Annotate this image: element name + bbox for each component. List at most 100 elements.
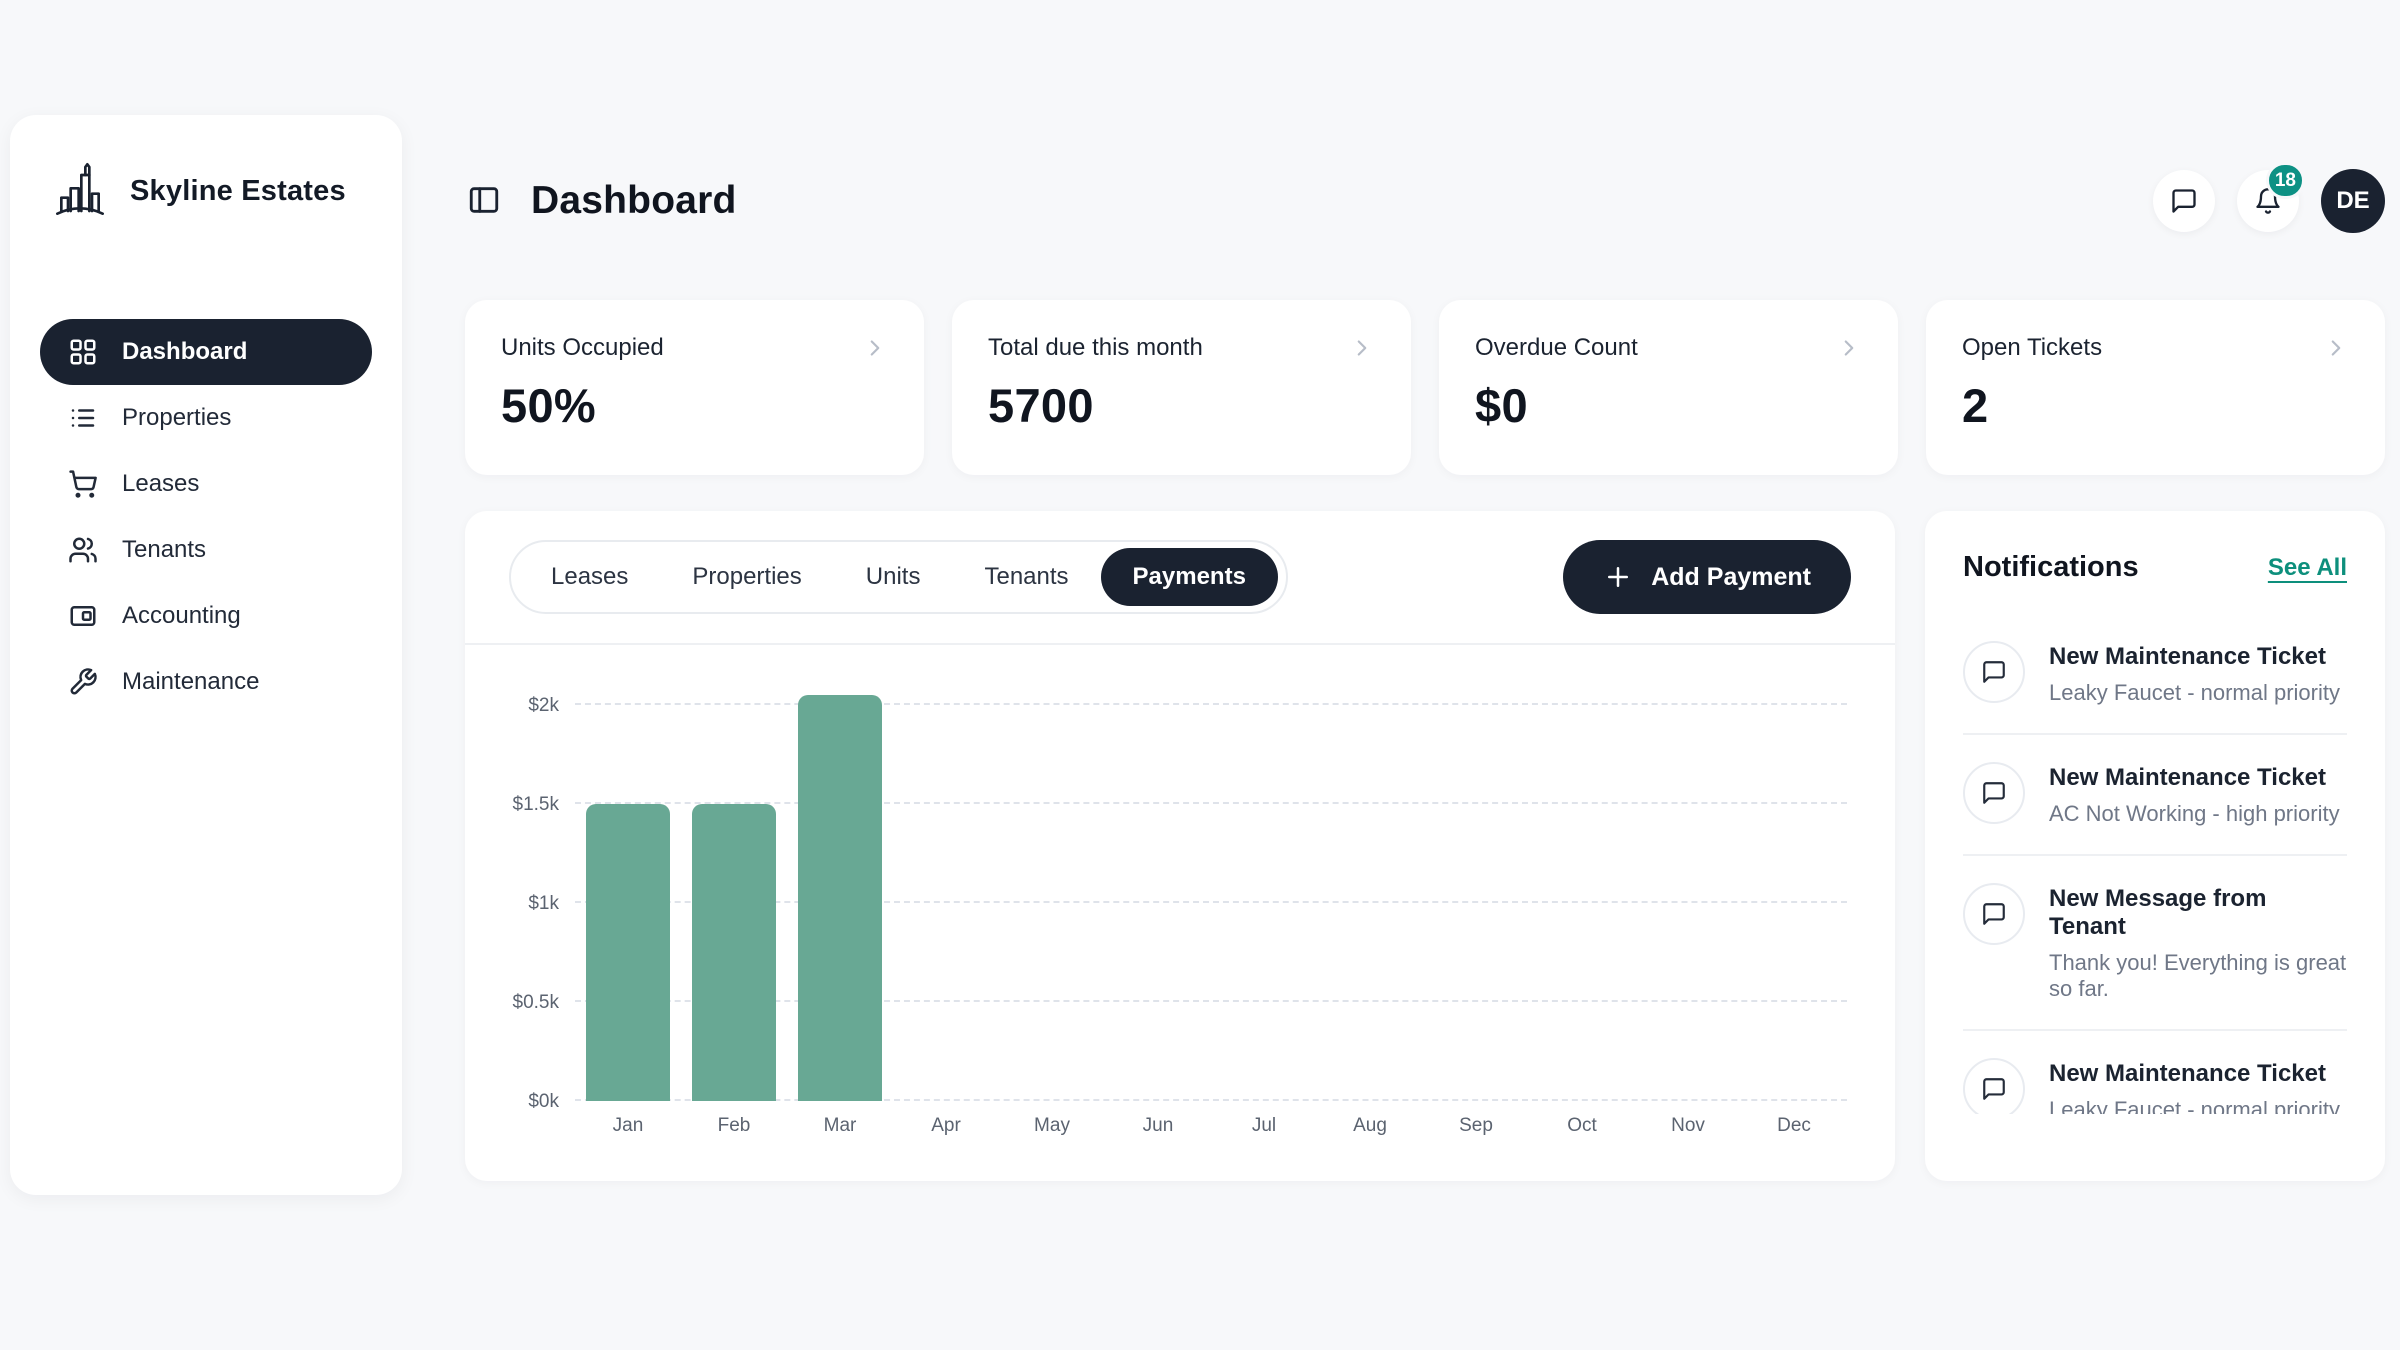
chart-x-axis: JanFebMarAprMayJunJulAugSepOctNovDec xyxy=(575,1115,1847,1137)
notifications-panel: Notifications See All New Maintenance Ti… xyxy=(1925,511,2385,1181)
notification-list-item[interactable]: New Maintenance TicketAC Not Working - h… xyxy=(1963,735,2347,856)
x-axis-label: Nov xyxy=(1635,1115,1741,1137)
stat-card-units-occupied[interactable]: Units Occupied 50% xyxy=(465,300,924,475)
x-axis-label: Dec xyxy=(1741,1115,1847,1137)
sidebar-item-tenants[interactable]: Tenants xyxy=(40,517,372,583)
dashboard-page: Skyline Estates DashboardPropertiesLease… xyxy=(0,0,2400,1350)
app-name: Skyline Estates xyxy=(130,175,346,208)
stat-card-top: Total due this month xyxy=(988,334,1375,362)
notification-body: New Maintenance TicketAC Not Working - h… xyxy=(2049,762,2340,827)
add-payment-label: Add Payment xyxy=(1651,563,1811,592)
content-row: LeasesPropertiesUnitsTenantsPayments Add… xyxy=(465,511,2385,1181)
sidebar-item-properties[interactable]: Properties xyxy=(40,385,372,451)
stat-card-open-tickets[interactable]: Open Tickets2 xyxy=(1926,300,2385,475)
notification-subtitle-text: Thank you! Everything is great so far. xyxy=(2049,950,2347,1002)
notification-subtitle-text: Leaky Faucet - normal priority xyxy=(2049,1097,2340,1114)
notification-body: New Message from Tenant Thank you! Everyt… xyxy=(2049,883,2347,1002)
y-axis-tick: $1.5k xyxy=(483,794,559,816)
notification-title-text: New Maintenance Ticket xyxy=(2049,1058,2340,1088)
bar-feb xyxy=(692,804,776,1101)
bar-column-aug xyxy=(1317,671,1423,1101)
tab-payments[interactable]: Payments xyxy=(1101,548,1278,606)
y-axis-tick: $0.5k xyxy=(483,992,559,1014)
plus-icon xyxy=(1603,562,1633,592)
sidebar-item-dashboard[interactable]: Dashboard xyxy=(40,319,372,385)
sidebar-item-label: Dashboard xyxy=(122,338,247,366)
tab-properties[interactable]: Properties xyxy=(660,548,833,606)
chevron-right-icon xyxy=(1836,335,1862,361)
bar-column-oct xyxy=(1529,671,1635,1101)
stat-card-top: Units Occupied xyxy=(501,334,888,362)
x-axis-label: Jul xyxy=(1211,1115,1317,1137)
notification-list-item[interactable]: New Maintenance Ticket Leaky Faucet - nor… xyxy=(1963,1031,2347,1114)
tab-leases[interactable]: Leases xyxy=(519,548,660,606)
sidebar-item-accounting[interactable]: Accounting xyxy=(40,583,372,649)
notification-subtitle-text: Leaky Faucet - normal priority xyxy=(2049,680,2340,706)
notification-list-item[interactable]: New Maintenance Ticket Leaky Faucet - nor… xyxy=(1963,614,2347,735)
bar-column-mar xyxy=(787,671,893,1101)
notifications-header: Notifications See All xyxy=(1963,551,2347,584)
wrench-icon xyxy=(68,667,98,697)
bars-layer xyxy=(575,671,1847,1101)
notification-title-text: New Maintenance Ticket xyxy=(2049,762,2340,792)
sidebar-item-leases[interactable]: Leases xyxy=(40,451,372,517)
tab-units[interactable]: Units xyxy=(834,548,953,606)
main-content: Dashboard 18 DE Units Occupied50%Total d xyxy=(465,168,2385,1181)
bar-mar xyxy=(798,695,882,1101)
topbar: Dashboard 18 DE xyxy=(465,168,2385,234)
x-axis-label: Feb xyxy=(681,1115,787,1137)
sidebar-item-label: Tenants xyxy=(122,536,206,564)
grid-icon xyxy=(68,337,98,367)
app-logo: Skyline Estates xyxy=(40,159,372,223)
entity-tabs: LeasesPropertiesUnitsTenantsPayments xyxy=(509,540,1288,614)
notification-list-item[interactable]: New Message from Tenant Thank you! Everyt… xyxy=(1963,856,2347,1031)
bar-column-nov xyxy=(1635,671,1741,1101)
stat-card-overdue-count[interactable]: Overdue Count $0 xyxy=(1439,300,1898,475)
sidebar-item-label: Leases xyxy=(122,470,199,498)
stat-label: Units Occupied xyxy=(501,334,664,362)
add-payment-button[interactable]: Add Payment xyxy=(1563,540,1851,614)
tab-tenants[interactable]: Tenants xyxy=(952,548,1100,606)
list-icon xyxy=(68,403,98,433)
user-avatar[interactable]: DE xyxy=(2321,169,2385,233)
stat-label: Open Tickets xyxy=(1962,334,2102,362)
page-title: Dashboard xyxy=(531,179,737,223)
chat-icon xyxy=(1981,780,2007,806)
bar-column-apr xyxy=(893,671,999,1101)
stat-label: Overdue Count xyxy=(1475,334,1638,362)
bar-column-jan xyxy=(575,671,681,1101)
chat-icon xyxy=(1981,1076,2007,1102)
notification-icon-circle xyxy=(1963,883,2025,945)
sidebar-item-label: Maintenance xyxy=(122,668,259,696)
see-all-link[interactable]: See All xyxy=(2268,554,2347,582)
stat-card-top: Overdue Count xyxy=(1475,334,1862,362)
cart-icon xyxy=(68,469,98,499)
sidebar-toggle-button[interactable] xyxy=(465,182,503,220)
notification-icon-circle xyxy=(1963,641,2025,703)
notifications-button[interactable]: 18 xyxy=(2237,170,2299,232)
sidebar-item-label: Accounting xyxy=(122,602,241,630)
x-axis-label: Apr xyxy=(893,1115,999,1137)
stat-card-total-due-this-month[interactable]: Total due this month5700 xyxy=(952,300,1411,475)
bar-column-may xyxy=(999,671,1105,1101)
chevron-right-icon xyxy=(2323,335,2349,361)
notification-count-badge: 18 xyxy=(2266,162,2305,199)
stat-value: 50% xyxy=(501,378,888,433)
sidebar-item-maintenance[interactable]: Maintenance xyxy=(40,649,372,715)
x-axis-label: Sep xyxy=(1423,1115,1529,1137)
y-axis-tick: $2k xyxy=(483,695,559,717)
x-axis-label: Oct xyxy=(1529,1115,1635,1137)
bar-column-jul xyxy=(1211,671,1317,1101)
sidebar: Skyline Estates Dashboard Properties Lease… xyxy=(10,115,402,1195)
bar-column-feb xyxy=(681,671,787,1101)
stat-value: $0 xyxy=(1475,378,1862,433)
notification-body: New Maintenance Ticket Leaky Faucet - nor… xyxy=(2049,641,2340,706)
notification-title-text: New Message from Tenant xyxy=(2049,883,2347,941)
topbar-actions: 18 DE xyxy=(2153,169,2385,233)
bar-jan xyxy=(586,804,670,1101)
x-axis-label: Aug xyxy=(1317,1115,1423,1137)
notification-title-text: New Maintenance Ticket xyxy=(2049,641,2340,671)
messages-button[interactable] xyxy=(2153,170,2215,232)
chevron-right-icon xyxy=(1349,335,1375,361)
notification-icon-circle xyxy=(1963,1058,2025,1114)
